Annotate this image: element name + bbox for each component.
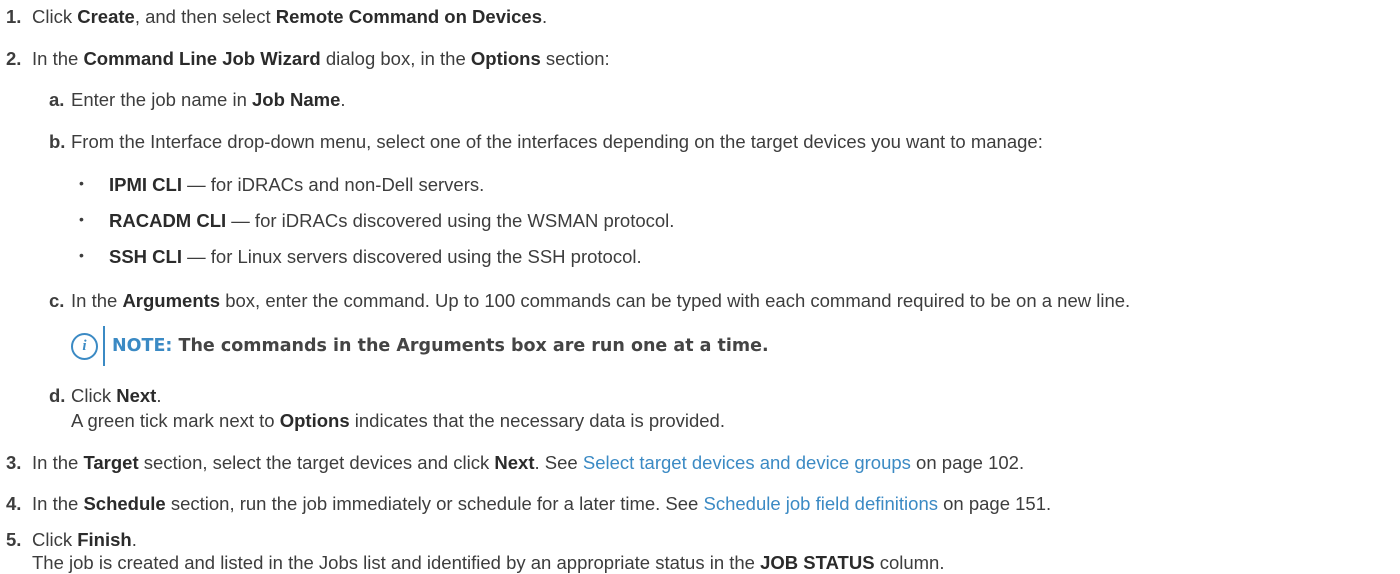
step-text: . (156, 385, 162, 406)
ui-term: Schedule (83, 493, 166, 514)
ui-term: IPMI CLI (109, 174, 182, 195)
step-text: . See (534, 452, 583, 473)
substep-d-result: A green tick mark next to Options indica… (71, 410, 725, 432)
note-label: NOTE: (112, 336, 173, 356)
ui-term: Target (83, 452, 139, 473)
step-text: Click (71, 385, 117, 406)
step-text: In the (32, 493, 84, 514)
step-1: Click Create, and then select Remote Com… (32, 6, 547, 28)
step-text: A green tick mark next to (71, 410, 280, 431)
step-text: Enter the job name in (71, 89, 252, 110)
step-text: Click (32, 6, 78, 27)
ui-term: Options (470, 48, 541, 69)
step-3: In the Target section, select the target… (32, 452, 1024, 474)
step-text: — for Linux servers discovered using the… (181, 246, 642, 267)
cross-reference-link[interactable]: Select target devices and device groups (583, 452, 911, 473)
ui-term: RACADM CLI (109, 210, 227, 231)
cross-reference-link[interactable]: Schedule job field definitions (703, 493, 938, 514)
step-text: . (542, 6, 548, 27)
step-4: In the Schedule section, run the job imm… (32, 493, 1051, 515)
ui-term: Job Name (252, 89, 341, 110)
note-divider (103, 326, 105, 366)
step-number: 5. (6, 529, 22, 550)
step-text: . (131, 529, 137, 550)
step-number: 1. (6, 6, 22, 27)
ui-term: JOB STATUS (760, 552, 875, 573)
ui-term: Next (116, 385, 157, 406)
ui-term: Command Line Job Wizard (83, 48, 321, 69)
step-text: — for iDRACs and non-Dell servers. (181, 174, 485, 195)
step-text: column. (874, 552, 945, 573)
bullet-item: SSH CLI — for Linux servers discovered u… (109, 246, 642, 268)
step-text: — for iDRACs discovered using the WSMAN … (226, 210, 675, 231)
step-text: box, enter the command. Up to 100 comman… (220, 290, 1131, 311)
step-number: 2. (6, 48, 22, 69)
step-text: In the (71, 290, 123, 311)
substep-c: In the Arguments box, enter the command.… (71, 290, 1130, 312)
bullet-dot: • (79, 247, 84, 263)
step-text: section, run the job immediately or sche… (165, 493, 704, 514)
step-text: From the Interface drop-down menu, selec… (71, 131, 1043, 152)
step-text: In the (32, 452, 84, 473)
step-text: section: (540, 48, 610, 69)
step-text: . (340, 89, 346, 110)
ui-term: Create (77, 6, 135, 27)
substep-d: Click Next. (71, 385, 161, 407)
bullet-item: IPMI CLI — for iDRACs and non-Dell serve… (109, 174, 484, 196)
bullet-dot: • (79, 175, 84, 191)
ui-term: Remote Command on Devices (275, 6, 542, 27)
substep-letter: c. (49, 290, 65, 311)
note-callout: i NOTE: The commands in the Arguments bo… (71, 325, 769, 367)
ui-term: Next (494, 452, 535, 473)
step-text: dialog box, in the (320, 48, 471, 69)
substep-b: From the Interface drop-down menu, selec… (71, 131, 1043, 153)
ui-term: Options (279, 410, 350, 431)
step-number: 3. (6, 452, 22, 473)
step-text: on page 102. (910, 452, 1025, 473)
substep-a: Enter the job name in Job Name. (71, 89, 346, 111)
step-number: 4. (6, 493, 22, 514)
note-body: The commands in the Arguments box are ru… (172, 336, 769, 356)
procedure-document: 1. Click Create, and then select Remote … (0, 0, 1400, 574)
bullet-item: RACADM CLI — for iDRACs discovered using… (109, 210, 674, 232)
step-2: In the Command Line Job Wizard dialog bo… (32, 48, 610, 70)
step-text: In the (32, 48, 84, 69)
info-circle-icon: i (71, 332, 98, 360)
step-text: The job is created and listed in the Job… (32, 552, 761, 573)
step-5-result: The job is created and listed in the Job… (32, 552, 944, 574)
ui-term: Finish (77, 529, 132, 550)
substep-letter: b. (49, 131, 66, 152)
step-text: , and then select (134, 6, 276, 27)
note-text: NOTE: The commands in the Arguments box … (112, 336, 769, 356)
step-5: Click Finish. (32, 529, 137, 551)
substep-letter: d. (49, 385, 66, 406)
step-text: on page 151. (937, 493, 1052, 514)
step-text: section, select the target devices and c… (138, 452, 495, 473)
step-text: Click (32, 529, 78, 550)
step-text: indicates that the necessary data is pro… (349, 410, 725, 431)
substep-letter: a. (49, 89, 65, 110)
ui-term: Arguments (122, 290, 221, 311)
ui-term: SSH CLI (109, 246, 182, 267)
bullet-dot: • (79, 211, 84, 227)
